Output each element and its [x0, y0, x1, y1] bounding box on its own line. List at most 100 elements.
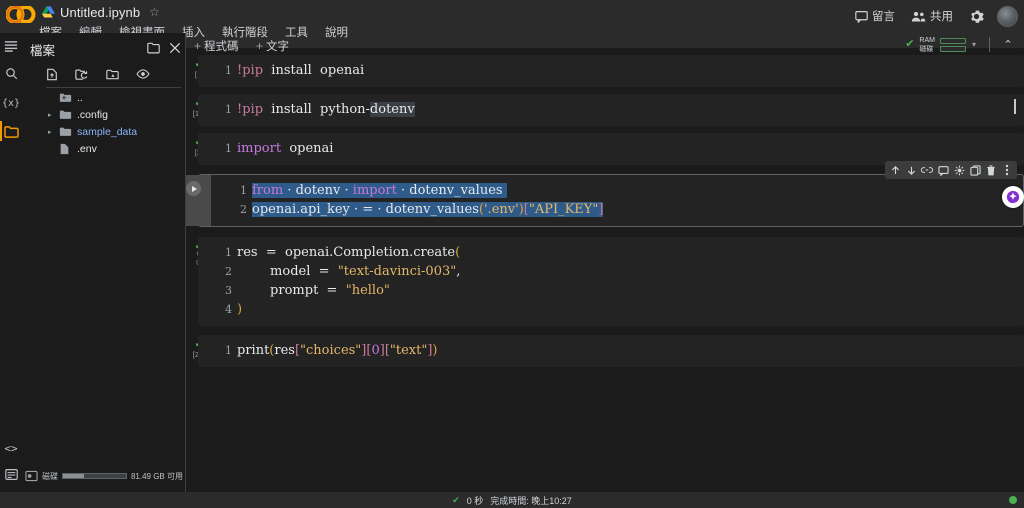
more-options-icon[interactable] — [1000, 163, 1014, 177]
cell-editor[interactable]: 1 from · dotenv · import · dotenv_values … — [186, 161, 1024, 227]
code-cell[interactable]: ✔ 0 ⏱ [27] 1res = openai.Completion.crea… — [186, 237, 1024, 326]
play-icon — [186, 181, 201, 196]
code-cell-selected[interactable]: ✔ 0 ⏱ — [186, 161, 1024, 227]
gear-icon — [969, 9, 984, 24]
code-cell[interactable]: ✔ [12] 1!pip install python-dotenv — [186, 94, 1024, 126]
document-title-row: Untitled.ipynb ☆ — [42, 2, 160, 22]
move-cell-down-icon[interactable] — [904, 163, 918, 177]
add-code-label: 程式碼 — [204, 41, 239, 53]
colab-logo-icon[interactable] — [6, 3, 36, 25]
share-button[interactable]: 共用 — [908, 6, 956, 26]
link-to-cell-icon[interactable] — [920, 163, 934, 177]
code-token: "choices" — [300, 343, 362, 358]
code-token: '.env' — [483, 202, 519, 217]
code-token: model = — [237, 264, 338, 279]
add-text-cell-button[interactable]: + 文字 — [252, 37, 293, 55]
search-icon[interactable] — [0, 60, 22, 86]
variables-icon[interactable]: {x} — [0, 90, 22, 116]
code-token: 0 — [371, 343, 380, 358]
colab-ai-icon[interactable] — [1002, 186, 1024, 208]
add-text-label: 文字 — [266, 41, 290, 53]
code-line: 2 model = "text-davinci-003", — [220, 262, 1016, 281]
file-name: sample_data — [77, 125, 138, 138]
code-token — [502, 183, 507, 198]
connection-status-dot — [1009, 496, 1017, 504]
code-token: , — [456, 264, 461, 279]
code-token: "API_KEY" — [528, 202, 599, 217]
move-cell-up-icon[interactable] — [888, 163, 902, 177]
cell-editor[interactable]: 1 !pip install openai — [198, 55, 1024, 87]
file-name: .config — [77, 108, 108, 121]
code-token: = — [362, 202, 374, 217]
run-cell-button[interactable] — [186, 175, 211, 226]
table-of-contents-icon[interactable] — [0, 33, 22, 59]
star-icon[interactable]: ☆ — [149, 5, 160, 19]
resource-bars — [939, 37, 966, 52]
tree-arrow[interactable]: ▸ — [48, 128, 59, 136]
folder-icon — [59, 126, 75, 137]
cell-editor[interactable]: 1 !pip install python-dotenv — [198, 94, 1024, 126]
files-panel-header: 檔案 — [22, 37, 186, 61]
list-item[interactable]: .env — [44, 140, 186, 157]
code-token: "text-davinci-003" — [337, 264, 457, 279]
list-item[interactable]: ▸ .config — [44, 106, 186, 123]
cell-settings-icon[interactable] — [952, 163, 966, 177]
disk-usage-track — [62, 473, 127, 479]
delete-cell-icon[interactable] — [984, 163, 998, 177]
file-icon — [59, 143, 75, 155]
file-name: .env — [77, 142, 97, 155]
document-title[interactable]: Untitled.ipynb — [60, 5, 140, 20]
terminal-icon[interactable] — [0, 461, 22, 487]
comment-button[interactable]: 留言 — [852, 6, 898, 26]
folder-icon — [59, 109, 75, 120]
list-item[interactable]: ▸ sample_data — [44, 123, 186, 140]
cell-editor[interactable]: 1 print(res["choices"][0]["text"]) — [198, 335, 1024, 367]
connected-check-icon: ✔ — [905, 38, 915, 50]
execution-duration: 0 秒 — [466, 495, 484, 506]
files-panel-separator — [46, 87, 181, 88]
code-token: "hello" — [345, 283, 390, 298]
refresh-folder-icon[interactable] — [75, 68, 89, 81]
list-item[interactable]: .. — [44, 89, 186, 106]
mount-drive-icon[interactable] — [106, 68, 119, 81]
status-check-icon: ✔ — [452, 494, 460, 505]
code-token: print — [237, 343, 270, 358]
line-number: 1 — [225, 142, 232, 155]
files-panel: 檔案 .. ▸ .config ▸ sample_data .env 磁碟 81… — [22, 33, 186, 492]
code-token: · — [373, 202, 386, 217]
code-line: 1 from · dotenv · import · dotenv_values — [235, 181, 1015, 200]
disk-icon — [25, 470, 38, 482]
chevron-down-icon[interactable]: ▾ — [972, 40, 976, 49]
code-token: ( — [455, 245, 461, 260]
drive-icon — [42, 6, 55, 18]
collapse-toolbar-button[interactable]: ⌃ — [998, 36, 1018, 53]
file-name: .. — [77, 91, 83, 104]
settings-gear-button[interactable] — [966, 7, 987, 26]
resource-usage-indicator[interactable]: ✔ RAM 磁碟 ▾ — [901, 34, 980, 55]
user-avatar[interactable] — [997, 5, 1018, 27]
add-comment-icon[interactable] — [936, 163, 950, 177]
code-token: · — [349, 202, 363, 217]
files-panel-icon[interactable] — [0, 118, 22, 144]
files-panel-toolbar — [46, 63, 182, 85]
left-icon-rail: {x} <> — [0, 33, 22, 492]
code-cell[interactable]: ✔ [1] 1!pip install openai — [186, 55, 1024, 87]
code-token: ) — [432, 343, 438, 358]
upload-file-icon[interactable] — [46, 68, 58, 81]
open-new-window-icon[interactable] — [147, 42, 160, 54]
cell-editor[interactable]: 1 res = openai.Completion.create( 2 model… — [198, 237, 1024, 326]
toggle-hidden-files-icon[interactable] — [136, 69, 150, 79]
copy-cell-icon[interactable] — [968, 163, 982, 177]
plus-icon: + — [194, 39, 202, 53]
files-panel-title: 檔案 — [30, 43, 56, 58]
code-token: res — [274, 343, 295, 358]
add-code-cell-button[interactable]: + 程式碼 — [190, 37, 243, 55]
code-cell[interactable]: ✔ [28] 1print(res["choices"][0]["text"]) — [186, 335, 1024, 367]
code-token: ) — [237, 302, 243, 317]
line-number: 1 — [225, 344, 232, 357]
tree-arrow[interactable]: ▸ — [48, 111, 59, 119]
line-number: 1 — [240, 184, 247, 197]
code-token: import — [352, 183, 397, 198]
code-snippets-icon[interactable]: <> — [0, 435, 22, 461]
close-icon[interactable] — [169, 42, 181, 54]
